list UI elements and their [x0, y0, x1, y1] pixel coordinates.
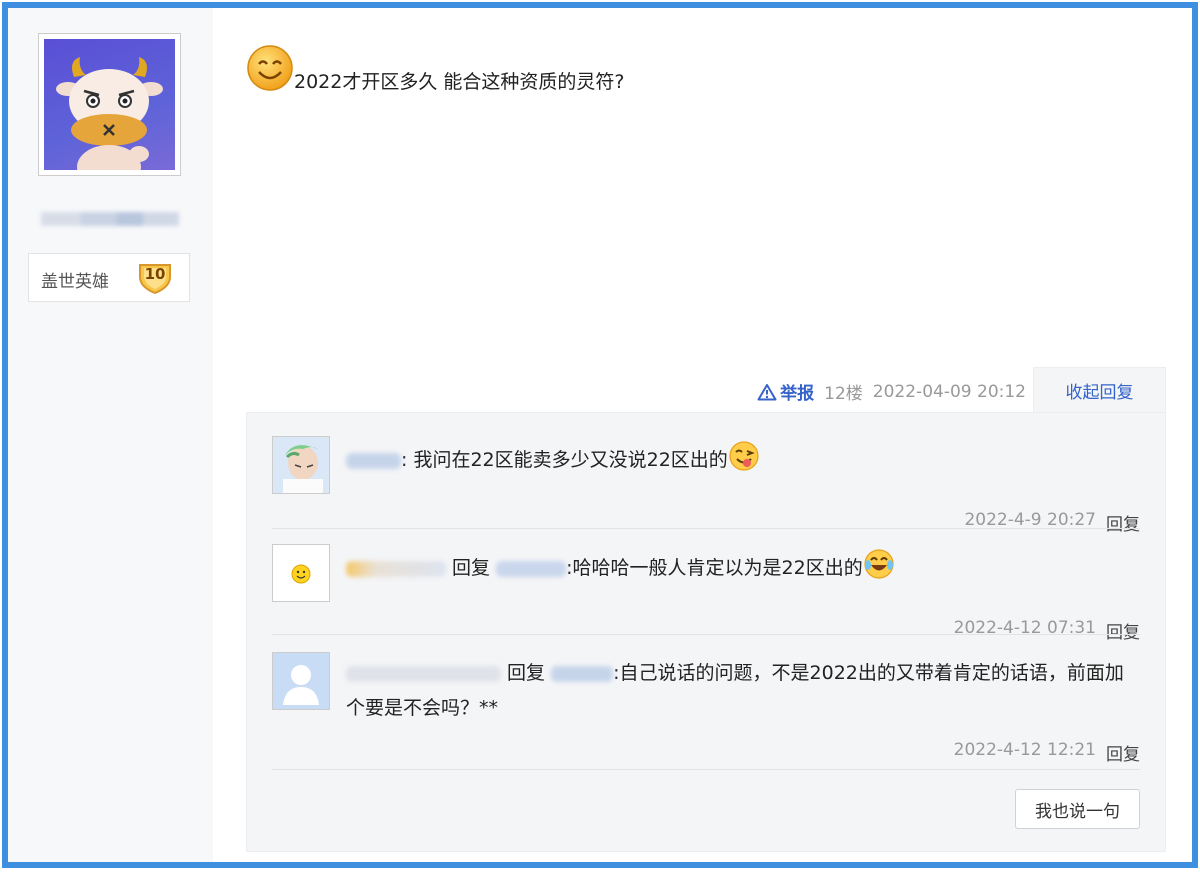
divider	[272, 528, 1140, 529]
reply-time: 2022-4-9 20:27	[964, 510, 1096, 530]
reply-text: : 我问在22区能卖多少又没说22区出的	[346, 440, 1136, 484]
reply-button[interactable]: 回复	[1106, 618, 1140, 643]
laugh-tears-emoji-icon	[863, 548, 895, 592]
reply-time: 2022-4-12 12:21	[953, 740, 1096, 760]
post-text: 2022才开区多久 能合这种资质的灵符?	[294, 71, 625, 93]
collapse-replies-button[interactable]: 收起回复	[1033, 367, 1166, 413]
reply-button[interactable]: 回复	[1106, 510, 1140, 535]
cow-avatar-icon	[44, 39, 175, 170]
reply-text: 回复 :哈哈哈一般人肯定以为是22区出的	[346, 548, 1136, 592]
reply-text: 回复 :自己说话的问题，不是2022出的又带着肯定的话语，前面加个要是不会吗？*…	[346, 656, 1136, 726]
post-content: 2022才开区多久 能合这种资质的灵符?	[246, 44, 624, 99]
level-title: 盖世英雄	[41, 272, 109, 292]
reply-username-blurred[interactable]	[346, 560, 446, 577]
post-datetime: 2022-04-09 20:12	[872, 381, 1026, 402]
author-column: 盖世英雄 10	[8, 8, 213, 862]
reply-avatar-smiley[interactable]	[272, 544, 330, 602]
reply-word: 回复	[452, 557, 491, 579]
say-something-button[interactable]: 我也说一句	[1015, 789, 1140, 829]
author-username-blurred[interactable]	[41, 210, 181, 228]
reply-username-blurred[interactable]	[346, 665, 501, 682]
divider	[272, 769, 1140, 770]
tongue-emoji-icon	[728, 440, 760, 484]
smile-emoji-icon	[246, 44, 294, 99]
floor-number: 12楼	[824, 384, 863, 404]
reply-footer: 2022-4-12 12:21 回复	[954, 740, 1140, 765]
reply-content: :哈哈哈一般人肯定以为是22区出的	[566, 557, 863, 579]
reply-time: 2022-4-12 07:31	[953, 618, 1096, 638]
reply-button[interactable]: 回复	[1106, 740, 1140, 765]
reply-word: 回复	[507, 662, 546, 684]
reply-avatar-anime[interactable]	[272, 436, 330, 494]
reply-content: : 我问在22区能卖多少又没说22区出的	[401, 449, 728, 471]
report-link[interactable]: 举报	[757, 379, 814, 404]
author-avatar[interactable]	[38, 33, 181, 176]
post-meta: 举报 12楼 2022-04-09 20:12	[757, 379, 1026, 404]
warning-icon	[757, 383, 777, 400]
reply-avatar-default[interactable]	[272, 652, 330, 710]
reply-footer: 2022-4-12 07:31 回复	[954, 618, 1140, 643]
level-shield-icon: 10	[137, 261, 173, 295]
level-number: 10	[144, 265, 166, 283]
reply-panel: : 我问在22区能卖多少又没说22区出的 2022-4-9 20:27 回复 回…	[246, 412, 1166, 852]
reply-footer: 2022-4-9 20:27 回复	[964, 510, 1140, 535]
divider	[272, 634, 1140, 635]
reply-target-blurred[interactable]	[496, 560, 567, 577]
post-frame: 盖世英雄 10 2022才开区多久 能合这种资质的灵符? 举报 12楼 2022…	[2, 2, 1198, 868]
report-label: 举报	[780, 384, 815, 404]
reply-username-blurred[interactable]	[346, 452, 401, 469]
reply-target-blurred[interactable]	[551, 665, 614, 682]
level-badge-box: 盖世英雄 10	[28, 253, 190, 302]
